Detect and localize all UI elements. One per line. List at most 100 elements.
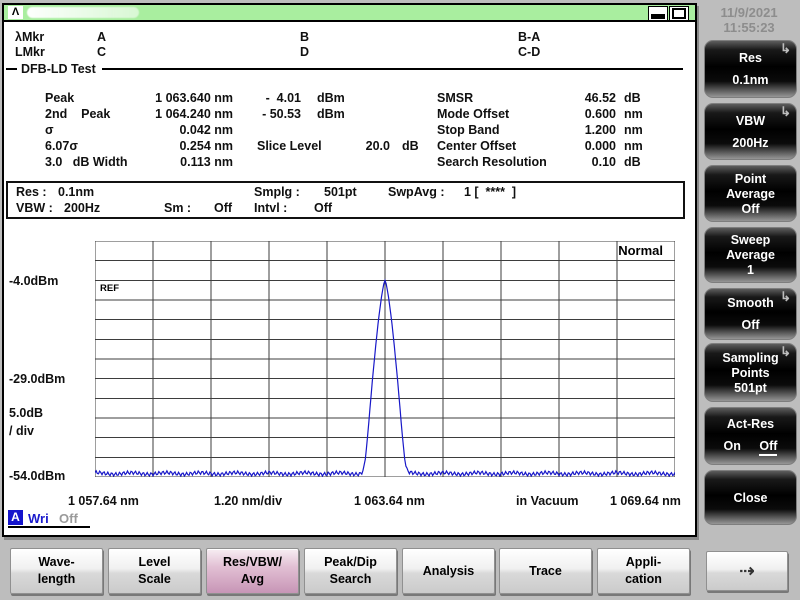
submenu-arrow-icon: ↳	[780, 41, 791, 56]
spectrum-grid-and-trace	[94, 240, 676, 478]
sweep-settings-box: Res : 0.1nm Smplg : 501pt SwpAvg : 1 [ *…	[6, 181, 685, 219]
submenu-arrow-icon: ↳	[780, 104, 791, 119]
x-tick-start: 1 057.64 nm	[68, 494, 139, 508]
vbw-value: 200Hz	[64, 201, 101, 215]
x-tick-stop: 1 069.64 nm	[610, 494, 681, 508]
res-value: 0.1nm	[58, 185, 95, 199]
softkey-sweep-average[interactable]: Sweep Average 1	[704, 227, 797, 283]
ref-level-label: REF	[100, 283, 119, 294]
trace-mode-label: Normal	[618, 243, 663, 258]
function-key-label: Avg	[240, 572, 265, 586]
vbw-label: VBW :	[16, 201, 53, 215]
analysis-title: DFB-LD Test	[21, 62, 96, 76]
swpavg-label: SwpAvg :	[388, 185, 445, 199]
function-key-next-page[interactable]: ⇢	[706, 551, 788, 591]
minimize-button[interactable]	[648, 6, 668, 21]
slice-level-unit: dB	[402, 139, 419, 153]
trace-a-badge: A	[8, 510, 23, 525]
peak-label: Peak	[45, 91, 75, 105]
marker-d: D	[300, 45, 310, 59]
function-key-label: Wave-	[38, 555, 75, 569]
function-key-peak-dip-search[interactable]: Peak/Dip Search	[304, 548, 397, 594]
analysis-section: DFB-LD Test	[6, 62, 687, 76]
maximize-button[interactable]	[669, 6, 689, 21]
second-peak-level: - 50.53	[262, 107, 301, 121]
function-key-label: Analysis	[422, 563, 475, 578]
x-scale-label: 1.20 nm/div	[214, 494, 283, 508]
second-peak-level-unit: dBm	[317, 107, 345, 121]
softkey-label: 200Hz	[732, 135, 769, 150]
function-key-res-vbw-avg[interactable]: Res/VBW/Avg	[206, 548, 299, 594]
function-key-analysis[interactable]: Analysis	[402, 548, 495, 594]
function-key-label: Level	[138, 555, 171, 569]
function-key-label: length	[37, 572, 76, 586]
marker-c: C	[97, 45, 107, 59]
marker-c-d: C-D	[518, 45, 541, 59]
softkey-label: Off	[741, 318, 760, 332]
x-tick-center: 1 063.64 nm	[354, 494, 425, 508]
titlebar: Λ	[4, 5, 695, 22]
softkey-sampling-points[interactable]: ↳ Sampling Points 501pt	[704, 343, 797, 402]
maximize-icon	[672, 8, 686, 19]
marker-row-label: λMkr	[15, 30, 45, 44]
peak-level: - 4.01	[265, 91, 301, 105]
softkey-smooth[interactable]: ↳ Smooth Off	[704, 288, 797, 340]
softkey-act-res[interactable]: Act-Res On Off	[704, 407, 797, 465]
function-key-label: Peak/Dip	[324, 555, 377, 569]
mode-offset-value: 0.600	[584, 107, 616, 121]
intvl-value: Off	[314, 201, 333, 215]
six-sigma-value: 0.254 nm	[179, 139, 233, 153]
vacuum-label: in Vacuum	[516, 494, 579, 508]
softkey-close[interactable]: Close	[704, 470, 797, 525]
search-resolution-value: 0.10	[591, 155, 616, 169]
mode-offset-unit: nm	[624, 107, 643, 121]
softkey-label: Point	[734, 171, 767, 186]
function-key-application[interactable]: Appli-cation	[597, 548, 690, 594]
y-scale-value: 5.0dB	[9, 406, 44, 420]
toggle-off-label: Off	[759, 439, 778, 456]
peak-level-unit: dBm	[317, 91, 345, 105]
softkey-label: Act-Res	[726, 416, 775, 431]
y-tick-bottom: -54.0dBm	[9, 469, 66, 483]
softkey-label: 1	[747, 263, 754, 277]
smplg-value: 501pt	[324, 185, 357, 199]
swpavg-value: 1 [ **** ]	[464, 185, 517, 199]
stop-band-unit: nm	[624, 123, 643, 137]
second-peak-label: 2nd Peak	[45, 107, 111, 121]
softkey-vbw[interactable]: ↳ VBW 200Hz	[704, 103, 797, 160]
function-key-trace[interactable]: Trace	[499, 548, 592, 594]
softkey-label: Average	[726, 186, 775, 201]
function-key-label: Res/VBW/	[222, 555, 283, 569]
softkey-res[interactable]: ↳ Res 0.1nm	[704, 40, 797, 98]
six-sigma-label: 6.07σ	[45, 139, 78, 153]
center-offset-unit: nm	[624, 139, 643, 153]
center-offset-value: 0.000	[584, 139, 616, 153]
trace-write-mode: Wri	[28, 511, 49, 526]
db-width-label: 3.0 dB Width	[45, 155, 128, 169]
y-tick-ref: -4.0dBm	[9, 274, 59, 288]
softkey-label: 0.1nm	[732, 73, 769, 87]
softkey-label: Off	[741, 201, 760, 216]
sigma-value: 0.042 nm	[179, 123, 233, 137]
slice-level-value: 20.0	[365, 139, 390, 153]
separator-line	[6, 68, 17, 70]
softkey-point-average[interactable]: Point Average Off	[704, 165, 797, 222]
softkey-label: Average	[726, 248, 775, 262]
instrument-screen: Λ λMkr A B B-A LMkr C D C-D DFB-LD Test …	[2, 3, 697, 537]
titlebar-title-washed	[27, 7, 139, 18]
time-label: 11:55:23	[723, 20, 775, 35]
function-key-level-scale[interactable]: Level Scale	[108, 548, 201, 594]
softkey-label: Points	[731, 365, 770, 380]
y-tick-mid: -29.0dBm	[9, 372, 66, 386]
intvl-label: Intvl :	[254, 201, 288, 215]
function-key-wavelength[interactable]: Wave-length	[10, 548, 103, 594]
marker-b-a: B-A	[518, 30, 541, 44]
date-label: 11/9/2021	[720, 5, 778, 20]
on-off-toggle: On Off	[705, 439, 796, 456]
trace-underline	[8, 526, 90, 528]
smsr-label: SMSR	[437, 91, 474, 105]
marker-b: B	[300, 30, 310, 44]
next-page-arrow-icon: ⇢	[739, 559, 755, 582]
function-key-label: Search	[329, 572, 372, 586]
submenu-arrow-icon: ↳	[780, 344, 791, 359]
